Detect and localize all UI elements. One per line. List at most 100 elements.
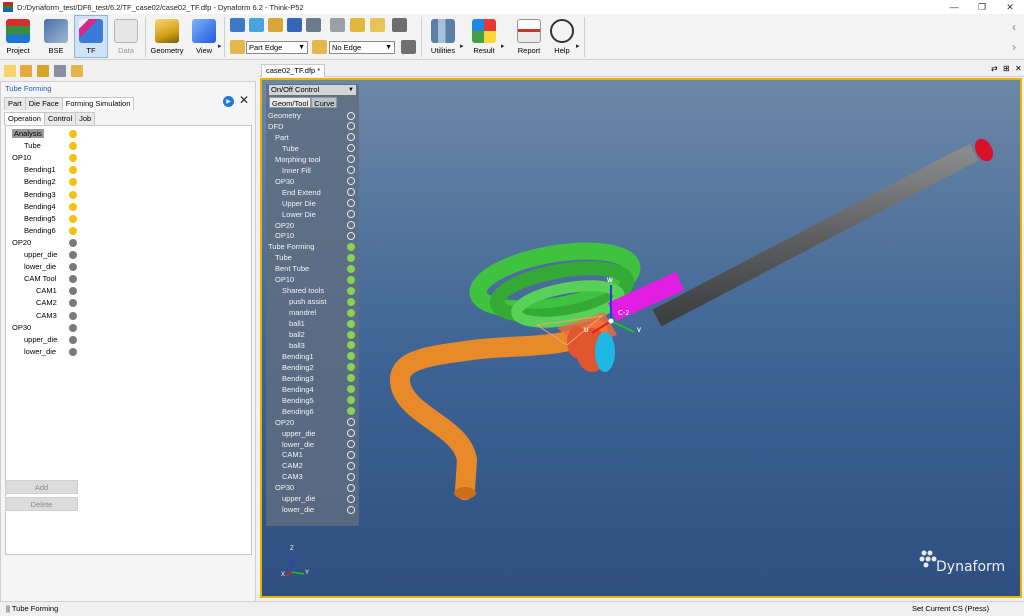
no-edge-combo[interactable]: No Edge ▼ bbox=[329, 41, 395, 54]
on-off-item[interactable]: lower_die bbox=[282, 504, 314, 515]
tree-item[interactable]: Bending3 bbox=[24, 189, 56, 201]
on-off-item[interactable]: Bending4 bbox=[282, 384, 314, 395]
on-off-item[interactable]: Bending5 bbox=[282, 395, 314, 406]
on-off-dropdown[interactable]: On/Off Control ▼ bbox=[269, 85, 356, 95]
tree-item[interactable]: Bending5 bbox=[24, 213, 56, 225]
cut-tool-icon[interactable] bbox=[330, 18, 345, 32]
data-button[interactable]: Data bbox=[110, 15, 142, 58]
wire-tool-icon[interactable] bbox=[287, 18, 302, 32]
tf-button[interactable]: TF bbox=[74, 15, 108, 58]
visibility-toggle-off[interactable] bbox=[347, 221, 355, 229]
tab-part[interactable]: Part bbox=[4, 97, 26, 110]
ribbon-scroll-left-icon[interactable]: ‹ bbox=[1012, 20, 1016, 34]
delete-button[interactable]: Delete bbox=[5, 497, 78, 511]
visibility-toggle-off[interactable] bbox=[347, 111, 355, 120]
on-off-item[interactable]: Tube bbox=[282, 143, 299, 154]
tree-item[interactable]: upper_die bbox=[24, 249, 57, 261]
visibility-toggle-on[interactable] bbox=[347, 308, 355, 317]
visibility-toggle-on[interactable] bbox=[347, 275, 355, 284]
on-off-item[interactable]: DFD bbox=[268, 121, 283, 132]
tab-curve[interactable]: Curve bbox=[311, 97, 338, 108]
utilities-button[interactable]: Utilities bbox=[426, 15, 460, 58]
visibility-toggle-on[interactable] bbox=[347, 297, 355, 306]
on-off-item[interactable]: ball2 bbox=[289, 329, 305, 340]
visibility-toggle-off[interactable] bbox=[347, 188, 355, 197]
close-button[interactable]: ✕ bbox=[996, 0, 1024, 14]
on-off-item[interactable]: Geometry bbox=[268, 110, 301, 121]
on-off-item[interactable]: End Extend bbox=[282, 187, 321, 198]
on-off-item[interactable]: ball3 bbox=[289, 340, 305, 351]
add-button[interactable]: Add bbox=[5, 480, 78, 494]
tree-item[interactable]: Bending1 bbox=[24, 164, 56, 176]
visibility-toggle-off[interactable] bbox=[347, 494, 355, 503]
tile-view-icon[interactable]: ⊞ bbox=[1003, 64, 1010, 73]
on-off-item[interactable]: OP20 bbox=[275, 417, 294, 428]
geometry-button[interactable]: Geometry bbox=[148, 15, 186, 58]
tab-geom-tool[interactable]: Geom/Tool bbox=[269, 97, 312, 108]
open-folder-icon[interactable] bbox=[20, 65, 32, 77]
swap-view-icon[interactable]: ⇄ bbox=[991, 64, 998, 73]
eraser-tool-icon[interactable] bbox=[350, 18, 365, 32]
visibility-toggle-off[interactable] bbox=[347, 210, 355, 219]
display-tool-icon[interactable] bbox=[401, 40, 416, 54]
on-off-item[interactable]: upper_die bbox=[282, 428, 315, 439]
tab-operation[interactable]: Operation bbox=[4, 112, 45, 125]
node-tool-icon[interactable] bbox=[230, 18, 245, 32]
visibility-toggle-on[interactable] bbox=[347, 385, 355, 394]
panel-close-icon[interactable]: ✕ bbox=[239, 93, 249, 107]
visibility-toggle-off[interactable] bbox=[347, 231, 355, 240]
visibility-toggle-on[interactable] bbox=[347, 264, 355, 273]
help-dropdown-arrow[interactable]: ▸ bbox=[576, 42, 580, 50]
tree-item[interactable]: Bending6 bbox=[24, 225, 56, 237]
close-doc-icon[interactable]: ✕ bbox=[1015, 64, 1022, 73]
save-as-icon[interactable] bbox=[54, 65, 66, 77]
tree-item[interactable]: CAM1 bbox=[36, 285, 57, 297]
on-off-item[interactable]: upper_die bbox=[282, 493, 315, 504]
visibility-toggle-on[interactable] bbox=[347, 286, 355, 295]
visibility-toggle-off[interactable] bbox=[347, 429, 355, 438]
on-off-item[interactable]: Tube bbox=[275, 252, 292, 263]
visibility-toggle-on[interactable] bbox=[347, 407, 355, 416]
bse-button[interactable]: BSE bbox=[40, 15, 72, 58]
play-icon[interactable]: ▶ bbox=[223, 96, 234, 107]
visibility-toggle-off[interactable] bbox=[347, 461, 355, 470]
tab-control[interactable]: Control bbox=[43, 112, 77, 125]
visibility-toggle-on[interactable] bbox=[347, 363, 355, 372]
visibility-toggle-on[interactable] bbox=[347, 352, 355, 361]
on-off-item[interactable]: Bending3 bbox=[282, 373, 314, 384]
report-button[interactable]: Report bbox=[512, 15, 546, 58]
visibility-toggle-off[interactable] bbox=[347, 144, 355, 153]
visibility-toggle-off[interactable] bbox=[347, 166, 355, 175]
ribbon-scroll-right-icon[interactable]: › bbox=[1012, 40, 1016, 54]
tree-item[interactable]: Bending4 bbox=[24, 201, 56, 213]
result-dropdown-arrow[interactable]: ▸ bbox=[501, 42, 505, 50]
frame-tool-icon[interactable] bbox=[306, 18, 321, 32]
result-button[interactable]: Result bbox=[468, 15, 500, 58]
utilities-dropdown-arrow[interactable]: ▸ bbox=[460, 42, 464, 50]
on-off-item[interactable]: Bent Tube bbox=[275, 263, 309, 274]
tab-forming-simulation[interactable]: Forming Simulation bbox=[61, 97, 135, 110]
visibility-toggle-on[interactable] bbox=[347, 341, 355, 350]
on-off-item[interactable]: Shared tools bbox=[282, 285, 324, 296]
visibility-toggle-off[interactable] bbox=[347, 177, 355, 186]
on-off-item[interactable]: OP30 bbox=[275, 482, 294, 493]
3d-viewport[interactable]: W U V C-2 Z X Y bbox=[260, 78, 1022, 598]
on-off-item[interactable]: CAM2 bbox=[282, 460, 303, 471]
on-off-item[interactable]: Bending6 bbox=[282, 406, 314, 417]
on-off-item[interactable]: OP10 bbox=[275, 230, 294, 241]
on-off-item[interactable]: CAM3 bbox=[282, 471, 303, 482]
visibility-toggle-off[interactable] bbox=[347, 483, 355, 492]
tree-item[interactable]: lower_die bbox=[24, 346, 56, 358]
minimize-button[interactable]: — bbox=[940, 0, 968, 14]
on-off-item[interactable]: Morphing tool bbox=[275, 154, 320, 165]
tree-item[interactable]: Tube bbox=[24, 140, 41, 152]
tree-item[interactable]: OP10 bbox=[12, 152, 31, 164]
tree-item[interactable]: lower_die bbox=[24, 261, 56, 273]
tree-item[interactable]: OP30 bbox=[12, 322, 31, 334]
visibility-toggle-off[interactable] bbox=[347, 472, 355, 481]
save-icon[interactable] bbox=[37, 65, 49, 77]
on-off-item[interactable]: OP30 bbox=[275, 176, 294, 187]
visibility-toggle-on[interactable] bbox=[347, 253, 355, 262]
on-off-item[interactable]: Lower Die bbox=[282, 209, 316, 220]
on-off-item[interactable]: ball1 bbox=[289, 318, 305, 329]
